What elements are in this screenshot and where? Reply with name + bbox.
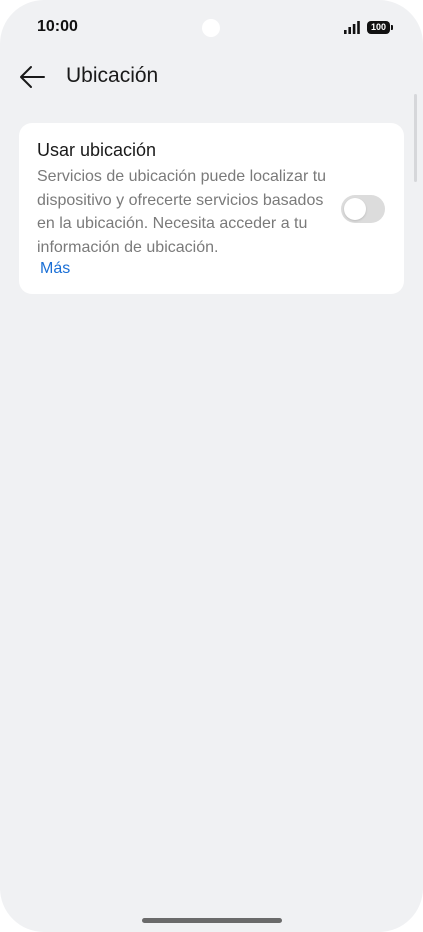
toggle-knob [344,198,366,220]
status-time: 10:00 [37,18,78,35]
back-button[interactable] [16,62,50,92]
battery-tip [391,25,393,30]
more-link[interactable]: Más [40,260,70,278]
battery-icon: 100 [367,21,390,34]
signal-icon [344,21,360,34]
scrollbar[interactable] [414,94,417,182]
setting-title: Usar ubicación [37,140,157,160]
home-indicator[interactable] [142,918,282,923]
camera-cutout [202,19,220,37]
location-toggle[interactable] [341,195,385,223]
setting-description: Servicios de ubicación puede localizar t… [37,168,327,256]
arrow-left-icon [20,66,45,88]
phone-screen: 10:00 100 Ubicación Usar ubicación Servi… [0,0,423,932]
location-setting-card[interactable]: Usar ubicación Servicios de ubicación pu… [19,123,404,294]
page-title: Ubicación [66,64,159,87]
